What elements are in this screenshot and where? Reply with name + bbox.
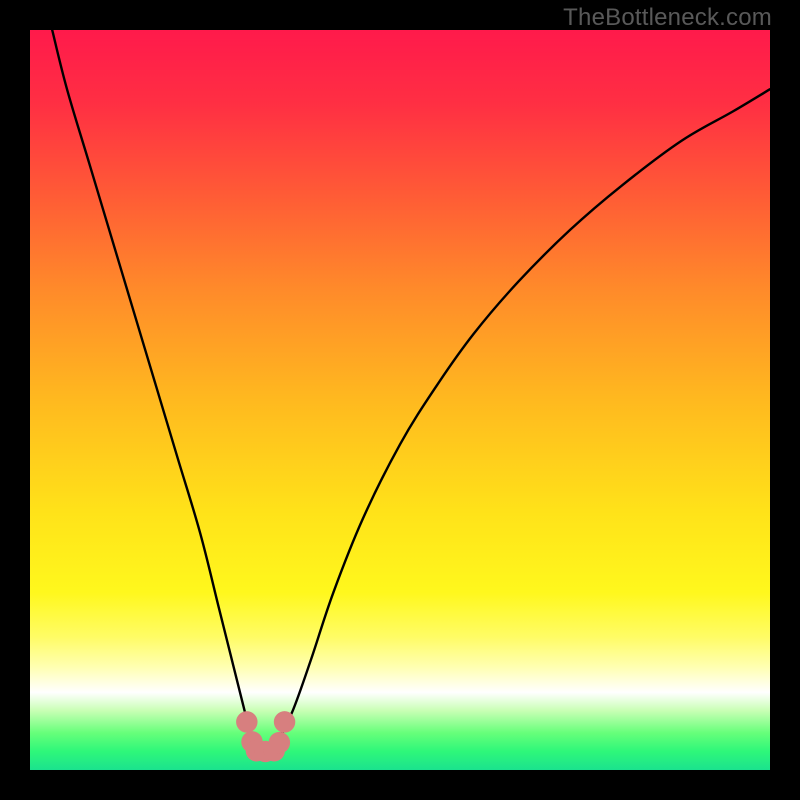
outer-frame: TheBottleneck.com xyxy=(0,0,800,800)
bottleneck-chart xyxy=(30,30,770,770)
watermark-text: TheBottleneck.com xyxy=(563,4,772,32)
neck-marker xyxy=(269,732,290,753)
neck-marker xyxy=(274,711,295,732)
plot-area xyxy=(30,30,770,770)
gradient-background xyxy=(30,30,770,770)
neck-marker xyxy=(236,711,257,732)
